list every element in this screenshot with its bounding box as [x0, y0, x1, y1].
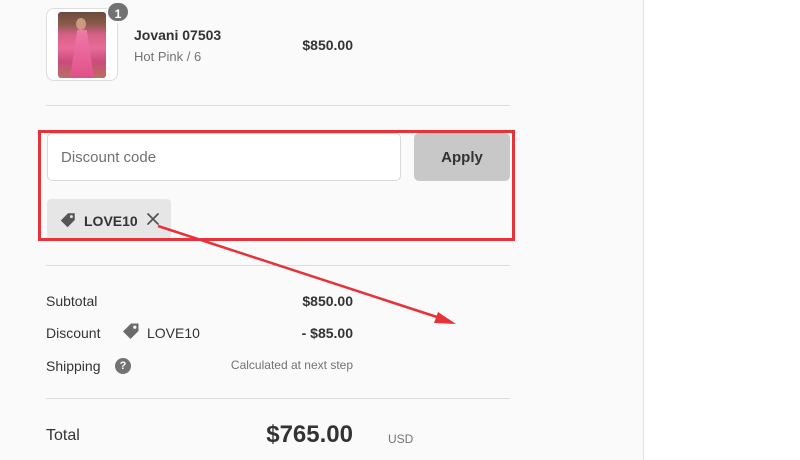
shipping-value: Calculated at next step [230, 358, 353, 372]
discount-code-label: LOVE10 [147, 325, 200, 341]
divider [46, 398, 510, 399]
product-variant: Hot Pink / 6 [134, 49, 202, 64]
total-label: Total [46, 427, 80, 444]
product-image [58, 12, 106, 78]
shipping-label: Shipping [46, 358, 101, 374]
discount-value: - $85.00 [301, 325, 353, 341]
product-price: $850.00 [302, 37, 353, 53]
tag-icon [123, 323, 139, 339]
subtotal-label: Subtotal [46, 293, 98, 309]
product-thumbnail [46, 8, 118, 81]
currency-code: USD [388, 432, 414, 446]
discount-label: Discount [46, 325, 101, 341]
help-icon[interactable]: ? [115, 358, 131, 374]
total-amount: $765.00 [266, 421, 353, 448]
divider [46, 265, 510, 266]
product-title: Jovani 07503 [134, 27, 222, 43]
subtotal-value: $850.00 [302, 293, 353, 309]
quantity-badge: 1 [106, 1, 130, 23]
divider [46, 105, 510, 106]
annotation-highlight-box [38, 130, 515, 241]
